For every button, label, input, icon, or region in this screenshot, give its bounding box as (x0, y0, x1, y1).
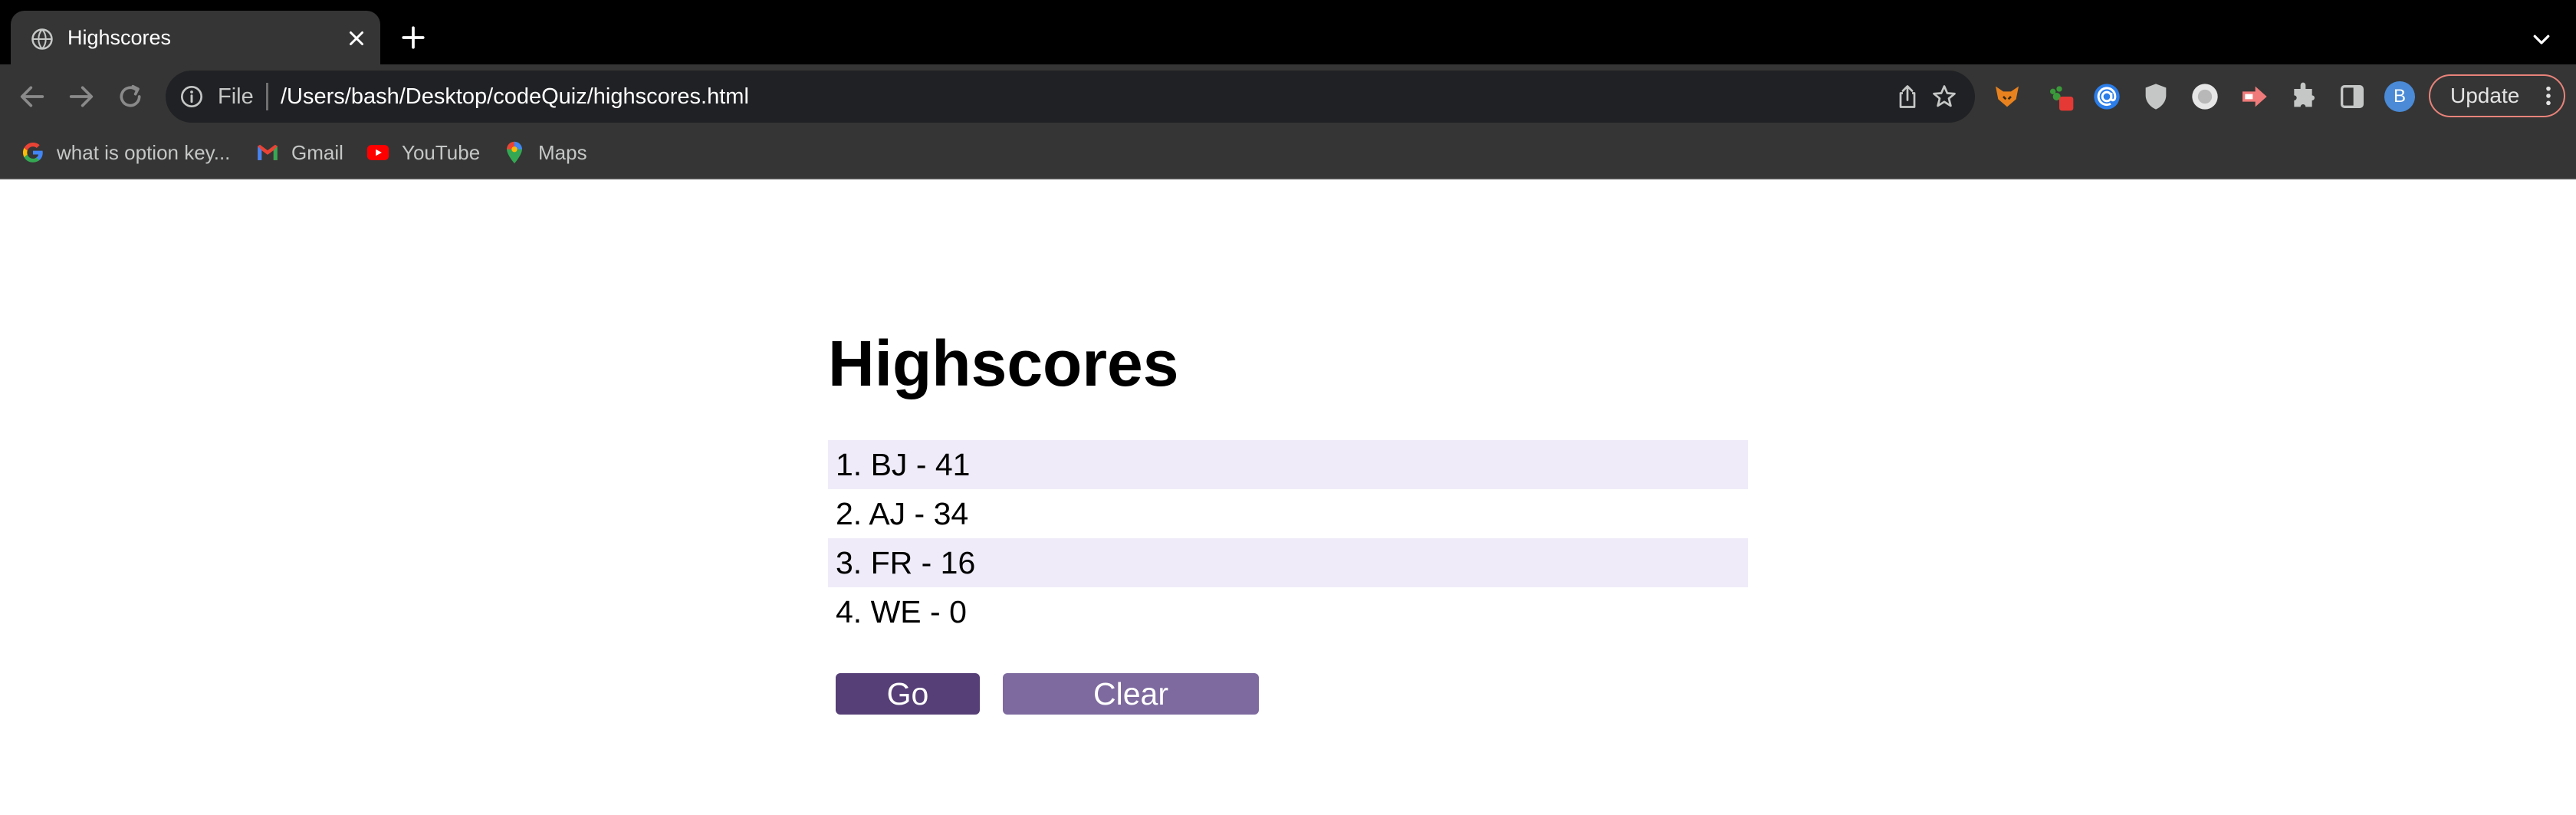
fox-extension-icon[interactable] (1992, 81, 2022, 112)
red-arrow-extension-icon[interactable] (2239, 81, 2269, 112)
profile-avatar[interactable]: B (2384, 81, 2415, 112)
google-icon (22, 142, 43, 163)
new-tab-icon[interactable] (400, 25, 426, 51)
clear-highscores-button[interactable]: Clear Highscores (1003, 673, 1259, 753)
bookmark-label: YouTube (402, 141, 481, 164)
globe-icon (31, 28, 53, 50)
bookmark-label: Maps (538, 141, 587, 164)
back-arrow-icon[interactable] (17, 81, 48, 112)
circle-extension-icon[interactable] (2190, 81, 2220, 112)
url-text[interactable]: /Users/bash/Desktop/codeQuiz/highscores.… (281, 83, 749, 110)
forward-arrow-icon[interactable] (66, 81, 97, 112)
go-back-button[interactable]: Go Back (836, 673, 980, 753)
highscore-item: 1. BJ - 41 (828, 440, 1748, 489)
close-icon[interactable] (345, 27, 368, 50)
maps-icon (507, 141, 522, 164)
address-bar[interactable]: File /Users/bash/Desktop/codeQuiz/highsc… (166, 71, 1975, 123)
chevron-down-icon[interactable] (2530, 28, 2553, 51)
at-sign-extension-icon[interactable] (2091, 81, 2122, 112)
highscore-item: 2. AJ - 34 (836, 496, 969, 531)
scheme-label: File (218, 84, 254, 109)
bookmark-label: what is option key... (57, 141, 231, 164)
side-panel-icon[interactable] (2337, 81, 2367, 112)
paw-extension-icon[interactable] (2044, 81, 2075, 112)
update-label: Update (2450, 84, 2520, 107)
kebab-menu-icon[interactable] (2544, 85, 2553, 107)
highscore-item: 3. FR - 16 (828, 538, 1748, 587)
gmail-icon (258, 144, 278, 160)
info-icon[interactable] (179, 84, 204, 109)
bookmarks-bar: what is option key... Gmail YouTube Maps (0, 127, 2576, 179)
browser-toolbar: File /Users/bash/Desktop/codeQuiz/highsc… (0, 64, 2576, 127)
update-button[interactable]: Update (2429, 74, 2565, 117)
page-title: Highscores (828, 327, 1179, 399)
highscore-list: 1. BJ - 41 2. AJ - 34 3. FR - 16 4. WE -… (828, 440, 1748, 636)
tab-strip: Highscores (0, 0, 2576, 64)
tab-title: Highscores (67, 26, 172, 49)
highscore-item: 4. WE - 0 (836, 594, 967, 629)
youtube-icon (366, 145, 389, 160)
share-icon[interactable] (1894, 83, 1921, 110)
bookmark-label: Gmail (291, 141, 343, 164)
omnibox-divider (266, 83, 268, 110)
puzzle-piece-icon[interactable] (2288, 81, 2318, 112)
tab-highscores[interactable]: Highscores (11, 11, 380, 64)
bookmark-star-icon[interactable] (1930, 83, 1958, 110)
shield-icon[interactable] (2141, 81, 2171, 112)
reload-icon[interactable] (115, 81, 146, 112)
